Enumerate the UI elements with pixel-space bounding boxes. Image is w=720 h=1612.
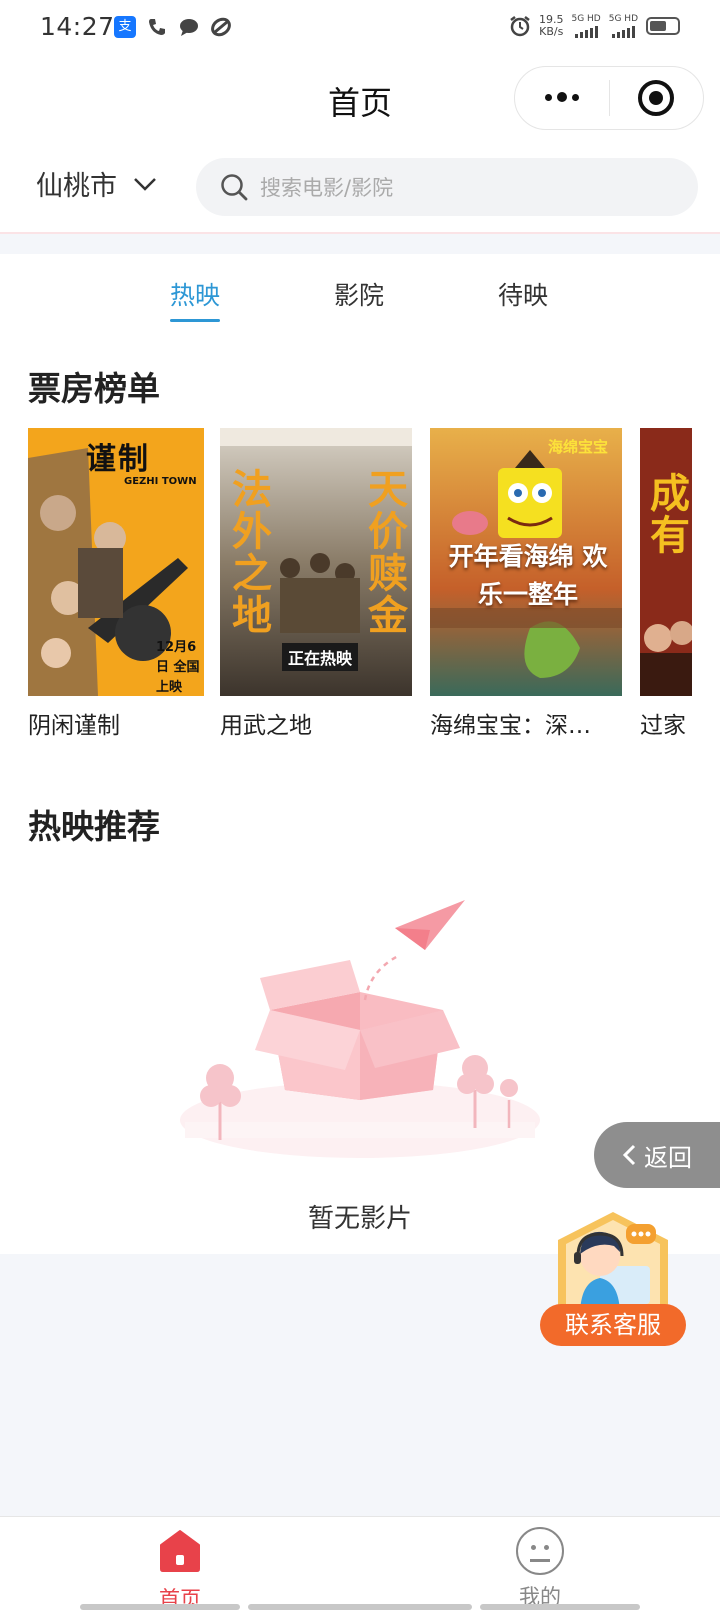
status-time: 14:27 <box>40 12 115 41</box>
status-indicators: 19.5 KB/s 5G HD 5G HD <box>509 14 680 38</box>
status-app-icons: 支 <box>114 16 232 38</box>
customer-service-button[interactable]: 联系客服 <box>540 1206 686 1346</box>
tab-label: 影院 <box>334 281 385 310</box>
movie-poster: 法外之地 天价赎金 正在热映 <box>220 428 412 696</box>
net-speed: 19.5 KB/s <box>539 14 564 38</box>
gesture-bar <box>480 1604 640 1610</box>
tab-active-indicator <box>170 319 221 322</box>
chevron-down-icon <box>134 177 156 191</box>
miniprogram-capsule <box>514 66 704 130</box>
poster-logo-text: 海绵宝宝 <box>548 438 609 456</box>
city-label: 仙桃市 <box>36 171 117 202</box>
signal-sim1: 5G HD <box>571 14 601 38</box>
status-bar: 14:27 支 19.5 KB/s 5G HD 5G HD <box>0 0 720 56</box>
poster-right-slogan: 天价赎金 <box>361 468 407 636</box>
signal-bars-icon <box>574 26 598 38</box>
bottom-tab-bar: 首页 我的 <box>0 1516 720 1612</box>
search-input[interactable]: 搜索电影/影院 <box>196 158 698 216</box>
signal-bars-icon <box>611 26 635 38</box>
movie-card[interactable]: 谨制 GEZHI TOWN 12月6日 全国上映 阴闲谨制 <box>28 428 204 739</box>
category-tabs: 热映 影院 待映 <box>0 276 720 326</box>
alipay-icon: 支 <box>114 16 136 38</box>
poster-slogan: 开年看海绵 欢乐一整年 <box>448 542 608 609</box>
poster-slogan: 成有 <box>643 472 689 556</box>
movie-name: 阴闲谨制 <box>28 713 120 739</box>
poster-subtitle: GEZHI TOWN <box>124 476 197 487</box>
net-speed-unit: KB/s <box>539 25 564 38</box>
chat-bubble-icon <box>180 19 198 36</box>
search-icon <box>221 174 248 201</box>
box-office-carousel[interactable]: 谨制 GEZHI TOWN 12月6日 全国上映 阴闲谨制 法外之地 天价赎金 … <box>0 428 720 748</box>
close-miniprogram-button[interactable] <box>610 80 704 116</box>
tab-now-showing[interactable]: 热映 <box>170 276 221 322</box>
back-label: 返回 <box>644 1143 692 1172</box>
poster-title-text: 谨制 <box>86 442 150 477</box>
customer-service-label: 联系客服 <box>540 1304 686 1346</box>
gesture-bar <box>248 1604 472 1610</box>
movie-card[interactable]: 法外之地 天价赎金 正在热映 用武之地 <box>220 428 412 739</box>
poster-left-slogan: 法外之地 <box>225 468 271 636</box>
back-button[interactable]: 返回 <box>594 1122 720 1188</box>
tab-cinemas[interactable]: 影院 <box>334 276 384 312</box>
movie-name: 用武之地 <box>220 713 312 739</box>
poster-now-showing-badge: 正在热映 <box>282 643 359 671</box>
search-row: 仙桃市 搜索电影/影院 <box>0 152 720 216</box>
chevron-left-icon <box>622 1144 636 1166</box>
sim2-label: 5G HD <box>608 14 638 24</box>
tabbar-item-home[interactable]: 首页 <box>120 1527 240 1612</box>
movie-name: 海绵宝宝：深… <box>430 713 591 739</box>
phone-icon <box>149 19 165 35</box>
movie-card[interactable]: 成有 过家 <box>640 428 692 739</box>
movie-poster: 成有 <box>640 428 692 696</box>
tab-label: 热映 <box>170 281 221 310</box>
search-placeholder: 搜索电影/影院 <box>260 176 394 200</box>
recommend-title: 热映推荐 <box>28 807 160 846</box>
smiley-icon <box>516 1527 564 1575</box>
title-bar: 首页 <box>0 60 720 140</box>
poster-release-date: 12月6日 全国上映 <box>156 640 200 695</box>
empty-box-illustration <box>180 900 540 1158</box>
tab-coming-soon[interactable]: 待映 <box>498 276 548 312</box>
sim1-label: 5G HD <box>571 14 601 24</box>
link-icon <box>211 17 231 37</box>
box-office-title: 票房榜单 <box>28 369 160 408</box>
tabbar-item-me[interactable]: 我的 <box>480 1527 600 1611</box>
more-options-button[interactable] <box>515 92 609 103</box>
battery-icon <box>646 17 680 35</box>
gesture-bar <box>80 1604 240 1610</box>
target-icon <box>638 80 675 116</box>
tab-label: 待映 <box>498 281 549 310</box>
movie-card[interactable]: 海绵宝宝 开年看海绵 欢乐一整年 海绵宝宝：深… <box>430 428 622 739</box>
movie-poster: 谨制 GEZHI TOWN 12月6日 全国上映 <box>28 428 204 696</box>
poster-artwork <box>640 428 692 696</box>
city-selector[interactable]: 仙桃市 <box>36 164 157 203</box>
alarm-icon <box>510 16 530 37</box>
movie-name: 过家 <box>640 713 686 739</box>
movie-poster: 海绵宝宝 开年看海绵 欢乐一整年 <box>430 428 622 696</box>
home-icon <box>160 1530 200 1572</box>
section-divider <box>0 234 720 254</box>
signal-sim2: 5G HD <box>609 14 638 38</box>
